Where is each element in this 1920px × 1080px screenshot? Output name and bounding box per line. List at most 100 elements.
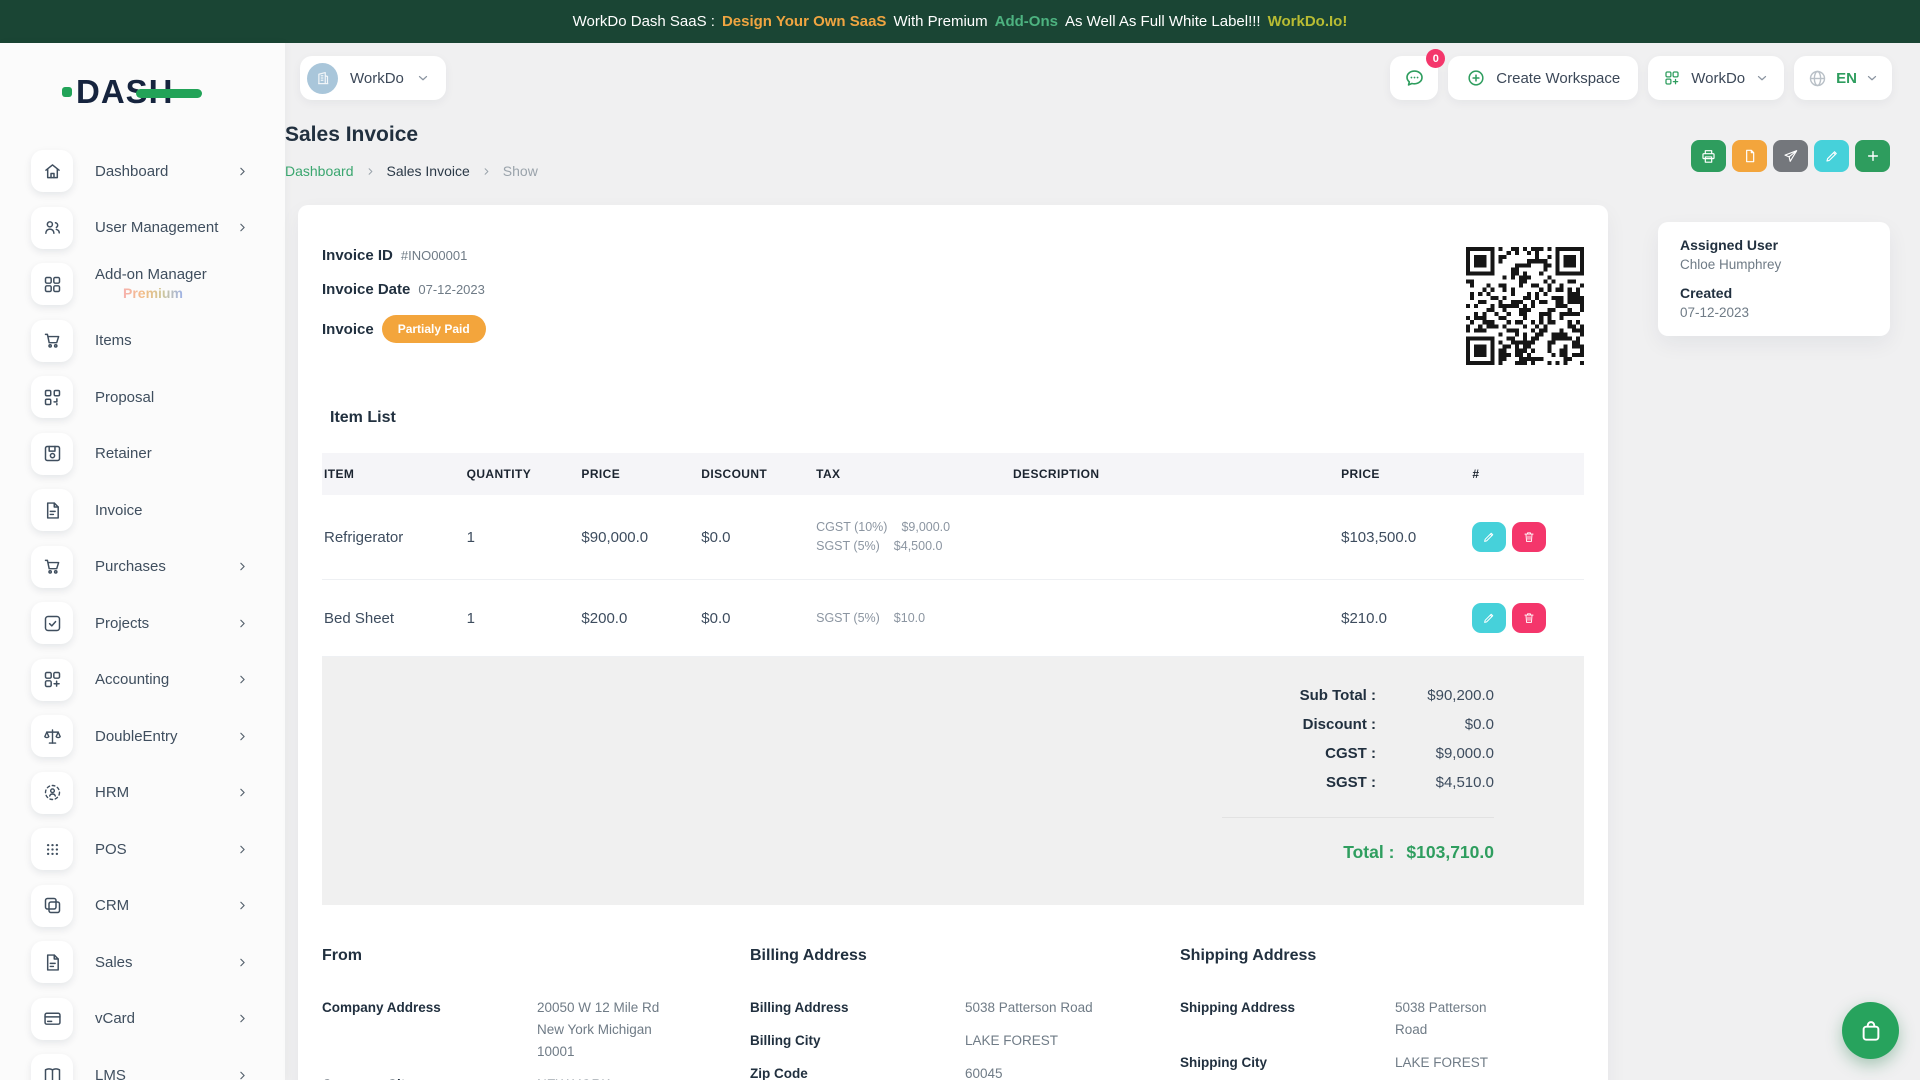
pencil-icon xyxy=(1482,611,1496,625)
status-badge: Partialy Paid xyxy=(382,315,486,343)
hrm-person-icon xyxy=(31,772,73,814)
billing-zip-value: 60045 xyxy=(965,1063,1063,1080)
sidebar-item-pos[interactable]: POS xyxy=(0,821,285,878)
language-selector[interactable]: EN xyxy=(1794,56,1892,100)
duplicate-document-button[interactable] xyxy=(1732,140,1767,172)
sidebar-item-purchases[interactable]: Purchases xyxy=(0,539,285,596)
sidebar-item-label: Proposal xyxy=(95,388,154,407)
table-header-row: ITEM QUANTITY PRICE DISCOUNT TAX DESCRIP… xyxy=(322,453,1584,495)
col-total-price: PRICE xyxy=(1339,453,1470,495)
cell-item: Bed Sheet xyxy=(322,580,465,657)
banner-mid: With Premium xyxy=(893,13,987,30)
language-code: EN xyxy=(1836,70,1857,87)
discount-label: Discount : xyxy=(1303,716,1376,733)
cgst-value: $9,000.0 xyxy=(1376,745,1494,762)
sidebar-item-user-management[interactable]: User Management xyxy=(0,200,285,257)
sidebar-item-retainer[interactable]: Retainer xyxy=(0,426,285,483)
breadcrumb-sales-invoice-link[interactable]: Sales Invoice xyxy=(387,163,470,179)
send-invoice-button[interactable] xyxy=(1773,140,1808,172)
chevron-right-icon xyxy=(236,617,249,630)
app-logo[interactable]: DASH xyxy=(62,73,174,111)
shipping-city-value: LAKE FOREST xyxy=(1395,1052,1548,1074)
chevron-right-icon xyxy=(236,843,249,856)
invoice-date-value: 07-12-2023 xyxy=(418,282,485,297)
from-section: From Company Address20050 W 12 Mile Rd N… xyxy=(322,931,750,1080)
print-button[interactable] xyxy=(1691,140,1726,172)
delete-item-button[interactable] xyxy=(1512,522,1546,552)
create-workspace-label: Create Workspace xyxy=(1496,70,1620,87)
company-city-label: Company City xyxy=(322,1074,537,1080)
create-workspace-button[interactable]: Create Workspace xyxy=(1448,56,1638,100)
grid-plus-icon xyxy=(1663,69,1681,87)
company-address-label: Company Address xyxy=(322,997,537,1063)
col-price: PRICE xyxy=(579,453,699,495)
chevron-right-icon xyxy=(236,1069,249,1080)
billing-zip-label: Zip Code xyxy=(750,1063,965,1080)
sgst-label: SGST : xyxy=(1326,774,1376,791)
sidebar-item-addon-manager[interactable]: Add-on Manager Premium xyxy=(0,256,285,313)
sidebar-item-hrm[interactable]: HRM xyxy=(0,765,285,822)
sidebar-item-label: Add-on Manager Premium xyxy=(95,265,207,303)
add-payment-button[interactable] xyxy=(1855,140,1890,172)
banner-addons: Add-Ons xyxy=(995,13,1058,30)
sidebar-item-dashboard[interactable]: Dashboard xyxy=(0,143,285,200)
chevron-right-icon xyxy=(236,673,249,686)
messages-count-badge: 0 xyxy=(1426,49,1445,68)
sidebar: DASH Dashboard User Management Add-on Ma… xyxy=(0,43,285,1080)
sidebar-item-accounting[interactable]: Accounting xyxy=(0,652,285,709)
sidebar-item-crm[interactable]: CRM xyxy=(0,878,285,935)
chevron-right-icon xyxy=(236,1012,249,1025)
chevron-right-icon xyxy=(236,730,249,743)
workspace-menu-button[interactable]: WorkDo xyxy=(1648,56,1784,100)
users-icon xyxy=(31,207,73,249)
edit-invoice-button[interactable] xyxy=(1814,140,1849,172)
chevron-right-icon xyxy=(236,221,249,234)
sidebar-item-label: Items xyxy=(95,331,132,350)
workspace-selector[interactable]: WorkDo xyxy=(300,56,446,100)
shop-fab-button[interactable] xyxy=(1842,1002,1899,1059)
delete-item-button[interactable] xyxy=(1512,603,1546,633)
workspace-name: WorkDo xyxy=(350,70,404,87)
sidebar-item-vcard[interactable]: vCard xyxy=(0,991,285,1048)
sidebar-item-projects[interactable]: Projects xyxy=(0,595,285,652)
sidebar-item-lms[interactable]: LMS xyxy=(0,1047,285,1080)
sidebar-item-proposal[interactable]: Proposal xyxy=(0,369,285,426)
edit-item-button[interactable] xyxy=(1472,603,1506,633)
edit-item-button[interactable] xyxy=(1472,522,1506,552)
promo-banner: WorkDo Dash SaaS : Design Your Own SaaS … xyxy=(0,0,1920,43)
table-row: Refrigerator 1 $90,000.0 $0.0 CGST (10%)… xyxy=(322,495,1584,580)
trash-icon xyxy=(1522,530,1536,544)
pencil-icon xyxy=(1482,530,1496,544)
invoice-id-value: #INO00001 xyxy=(401,248,468,263)
sidebar-item-items[interactable]: Items xyxy=(0,313,285,370)
cell-total: $210.0 xyxy=(1339,580,1470,657)
chevron-right-icon xyxy=(236,956,249,969)
cell-actions xyxy=(1470,495,1584,580)
scales-icon xyxy=(31,715,73,757)
sidebar-item-doubleentry[interactable]: DoubleEntry xyxy=(0,708,285,765)
pencil-icon xyxy=(1824,148,1840,164)
cell-price: $200.0 xyxy=(579,580,699,657)
messages-button[interactable]: 0 xyxy=(1390,56,1438,100)
banner-link[interactable]: WorkDo.Io! xyxy=(1268,13,1348,30)
chevron-down-icon xyxy=(416,71,430,85)
shipping-heading: Shipping Address xyxy=(1180,947,1564,965)
sidebar-item-label: User Management xyxy=(95,218,218,237)
cell-total: $103,500.0 xyxy=(1339,495,1470,580)
cart-icon xyxy=(31,320,73,362)
check-square-icon xyxy=(31,602,73,644)
invoice-detail-card: Invoice ID #INO00001 Invoice Date 07-12-… xyxy=(298,205,1608,1080)
breadcrumb-dashboard-link[interactable]: Dashboard xyxy=(285,163,354,179)
sidebar-item-invoice[interactable]: Invoice xyxy=(0,482,285,539)
home-icon xyxy=(31,150,73,192)
sgst-value: $4,510.0 xyxy=(1376,774,1494,791)
sidebar-item-label: DoubleEntry xyxy=(95,727,178,746)
subtotal-label: Sub Total : xyxy=(1300,687,1376,704)
billing-city-value: LAKE FOREST xyxy=(965,1030,1118,1052)
sidebar-item-sales[interactable]: Sales xyxy=(0,934,285,991)
paper-plane-icon xyxy=(1783,148,1799,164)
topbar-right: 0 Create Workspace WorkDo EN xyxy=(1390,56,1892,100)
cell-actions xyxy=(1470,580,1584,657)
grand-total-row: Total : $103,710.0 xyxy=(412,818,1494,863)
grand-total-label: Total : xyxy=(1343,842,1394,863)
